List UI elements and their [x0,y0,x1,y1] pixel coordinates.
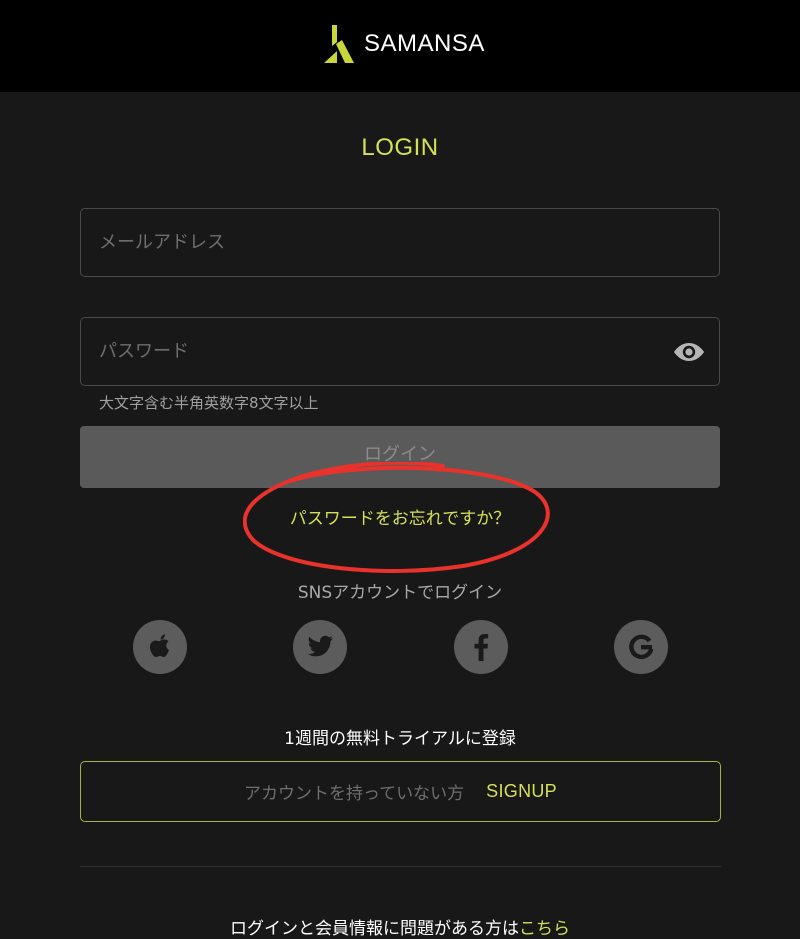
help-text: ログインと会員情報に問題がある方は [230,919,519,939]
twitter-login-button[interactable] [293,620,347,674]
eye-icon[interactable] [673,339,705,365]
email-field[interactable] [80,208,720,277]
facebook-login-button[interactable] [454,620,508,674]
sns-login-label: SNSアカウントでログイン [297,583,503,603]
page-title: LOGIN [361,134,439,161]
forgot-password-link[interactable]: パスワードをお忘れですか？ [0,504,800,529]
help-link[interactable]: こちら [519,919,570,939]
free-trial-text: 1週間の無料トライアルに登録 [284,729,516,749]
password-hint: 大文字含む半角英数字8文字以上 [99,394,319,412]
apple-login-button[interactable] [133,620,187,674]
help-footer: ログインと会員情報に問題がある方はこちら [0,914,800,939]
signup-link[interactable]: SIGNUP [486,781,557,802]
samansa-logo-mark [324,25,354,63]
divider [80,866,721,867]
apple-icon [150,634,169,657]
logo-wordmark: SAMANSA [364,30,485,57]
facebook-icon [474,634,489,661]
app-header: SAMANSA [0,0,800,92]
google-icon [629,634,654,660]
samansa-logo[interactable]: SAMANSA [323,24,485,64]
google-login-button[interactable] [614,620,668,674]
password-field[interactable] [80,317,720,386]
signup-prompt: アカウントを持っていない方 [244,784,465,804]
twitter-icon [307,635,333,657]
signup-button[interactable]: アカウントを持っていない方 SIGNUP [80,761,721,822]
email-input[interactable] [99,209,659,276]
password-input[interactable] [99,318,659,385]
